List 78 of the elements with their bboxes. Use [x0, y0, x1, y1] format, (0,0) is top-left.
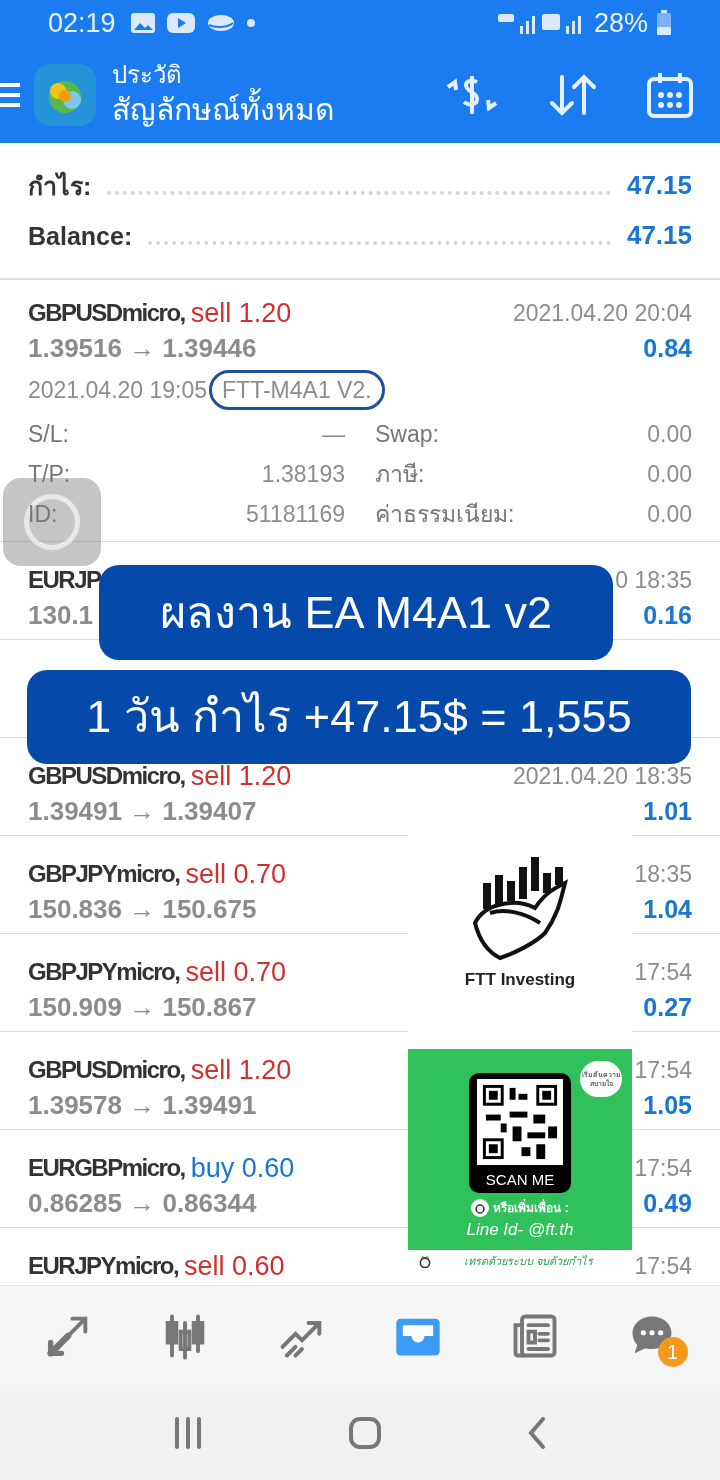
trade-time: 18:35 — [634, 860, 692, 889]
trade-side: sell 0.70 — [185, 956, 286, 989]
detail-value: 0.00 — [647, 420, 692, 449]
trade-profit: 1.01 — [643, 796, 692, 827]
trade-comment: FTT-M4A1 V2. — [209, 370, 385, 410]
line-id: Line Id- @ft.th — [466, 1219, 574, 1241]
calendar-icon[interactable] — [646, 70, 694, 119]
dot-icon — [245, 18, 256, 28]
trade-symbol: EURJPYmicro, — [28, 1251, 179, 1281]
trade-prices: 150.836 → 150.675 — [28, 893, 257, 926]
trade-profit: 0.49 — [643, 1188, 692, 1219]
trade-side: sell 0.60 — [184, 1250, 285, 1283]
trade-profit: 0.84 — [643, 333, 692, 364]
detail-label: ID: — [28, 500, 58, 529]
trade-prices: 1.39491 → 1.39407 — [28, 795, 257, 828]
trade-profit: 0.27 — [643, 992, 692, 1023]
open-time: 2021.04.20 19:05 — [28, 375, 208, 405]
qr-code-icon — [477, 1079, 563, 1165]
home-icon[interactable] — [348, 1415, 382, 1450]
trade-time: 17:54 — [634, 1056, 692, 1085]
trade-time: 17:54 — [634, 1252, 692, 1281]
detail-value: — — [322, 420, 345, 449]
detail-label: ค่าธรรมเนียม: — [375, 500, 515, 529]
recent-apps-icon[interactable] — [172, 1415, 203, 1450]
detail-value: 51181169 — [246, 500, 345, 529]
nav-tab[interactable]: 1 — [611, 1300, 692, 1371]
trade-symbol: GBPUSDmicro, — [28, 298, 185, 328]
detail-label: ภาษี: — [375, 460, 425, 489]
battery-percent: 28% — [593, 6, 648, 40]
trade-time: 2021.04.20 18:35 — [512, 762, 692, 791]
trade-profit: 1.05 — [643, 1090, 692, 1121]
trade-prices: 1.39516 → 1.39446 — [28, 332, 257, 365]
trade-side: sell 1.20 — [190, 297, 292, 330]
detail-value: 0.00 — [647, 460, 692, 489]
back-icon[interactable] — [527, 1415, 548, 1450]
trade-prices: 1.39578 → 1.39491 — [28, 1089, 257, 1122]
trade-side: sell 0.70 — [185, 858, 286, 891]
notification-badge: 1 — [657, 1336, 688, 1367]
status-time: 02:19 — [48, 6, 116, 40]
trade-symbol: EURGBPmicro, — [28, 1153, 185, 1183]
screen-title: ประวัติ — [112, 59, 183, 88]
detail-value: 1.38193 — [261, 460, 345, 489]
battery-icon — [656, 10, 672, 36]
trade-time: 2021.04.20 20:04 — [512, 299, 692, 328]
summary-value: 47.15 — [626, 169, 692, 202]
trade-time: 17:54 — [634, 958, 692, 987]
trade-profit: 0.16 — [643, 600, 692, 631]
trade-profit: 1.04 — [643, 894, 692, 925]
trade-symbol: GBPJPYmicro, — [28, 859, 180, 889]
planet-icon — [205, 12, 236, 34]
summary-value: 47.15 — [626, 219, 692, 252]
trade-side: buy 0.60 — [190, 1152, 295, 1185]
scan-me-label: SCAN ME — [485, 1170, 555, 1190]
detail-value: 0.00 — [647, 500, 692, 529]
trade-time: 17:54 — [634, 1154, 692, 1183]
trade-prices: 0.86285 → 0.86344 — [28, 1187, 257, 1220]
brand-name: FTT Investing — [464, 969, 576, 991]
summary-label: กำไร: — [28, 170, 92, 202]
detail-label: Swap: — [375, 420, 439, 449]
trade-symbol: EURJP — [28, 565, 101, 595]
trade-prices: 150.909 → 150.867 — [28, 991, 257, 1024]
detail-label: S/L: — [28, 420, 69, 449]
trade-prices: 130.1 — [28, 599, 94, 632]
detail-label: T/P: — [28, 460, 71, 489]
image-icon — [129, 12, 156, 34]
mascot-icon — [471, 1199, 490, 1217]
trade-side: sell 1.20 — [190, 1054, 292, 1087]
trade-time: 0 18:35 — [615, 566, 692, 595]
mascot-icon — [418, 1255, 432, 1269]
app-logo-icon — [34, 63, 96, 126]
summary-label: Balance: — [28, 220, 133, 252]
trade-symbol: GBPUSDmicro, — [28, 1055, 185, 1085]
screen-subtitle: สัญลักษณ์ทั้งหมด — [112, 89, 334, 130]
video-icon — [165, 12, 196, 34]
add-friend-text: หรือเพิ่มเพื่อน : — [493, 1199, 569, 1217]
overlay-banner: 1 วัน กำไร +47.15$ = 1,555 — [27, 670, 691, 764]
trade-symbol: GBPUSDmicro, — [28, 761, 185, 791]
trade-symbol: GBPJPYmicro, — [28, 957, 180, 987]
